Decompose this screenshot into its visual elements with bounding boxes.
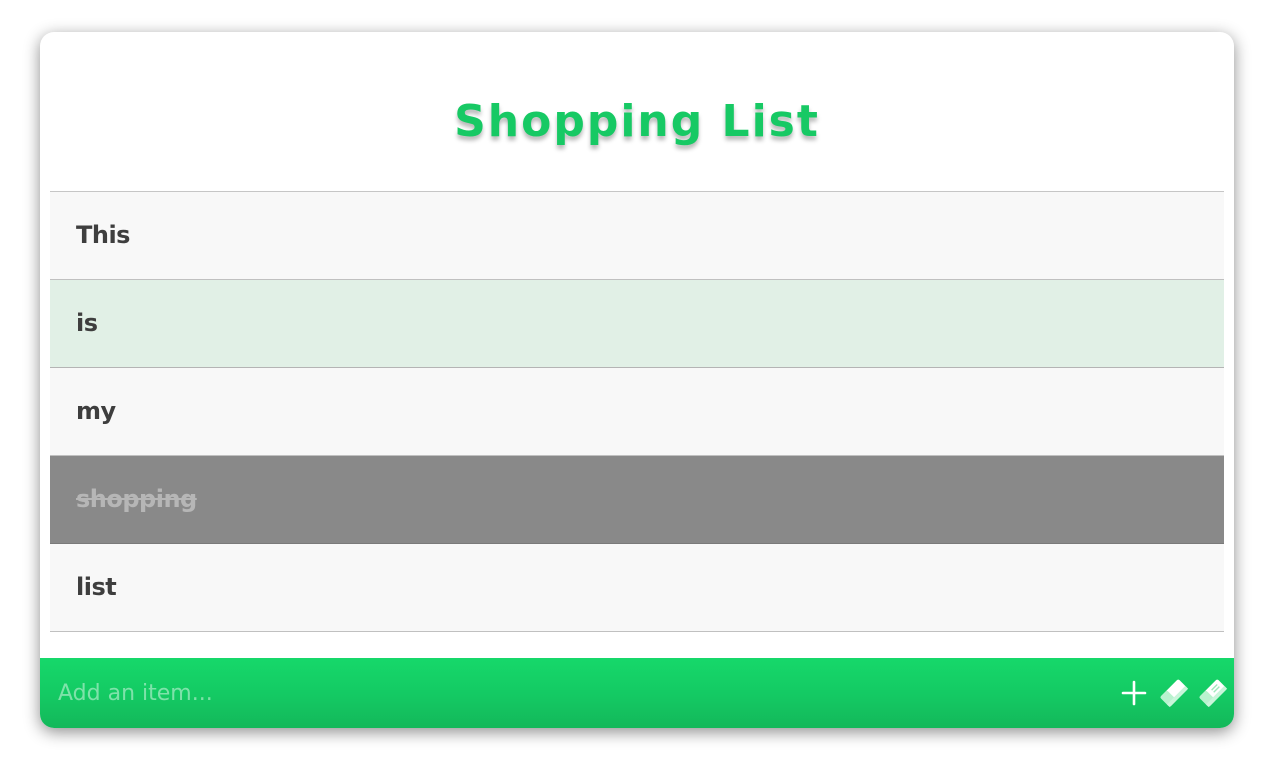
list-item[interactable]: is [50, 280, 1224, 368]
shopping-list: This is my shopping list [50, 191, 1224, 632]
add-item-bar [40, 658, 1234, 728]
add-item-button[interactable] [1117, 676, 1151, 710]
shopping-list-card: Shopping List This is my shopping list [40, 32, 1234, 728]
eraser-icon [1160, 679, 1189, 708]
page-title: Shopping List [454, 96, 820, 147]
list-item[interactable]: my [50, 368, 1224, 456]
clear-all-button[interactable] [1196, 676, 1230, 710]
list-item[interactable]: list [50, 544, 1224, 632]
list-item[interactable]: This [50, 192, 1224, 280]
clear-completed-button[interactable] [1157, 676, 1191, 710]
list-item-completed[interactable]: shopping [50, 456, 1224, 544]
eraser-icon [1199, 679, 1228, 708]
plus-icon [1121, 680, 1147, 706]
add-item-input[interactable] [40, 658, 1100, 728]
